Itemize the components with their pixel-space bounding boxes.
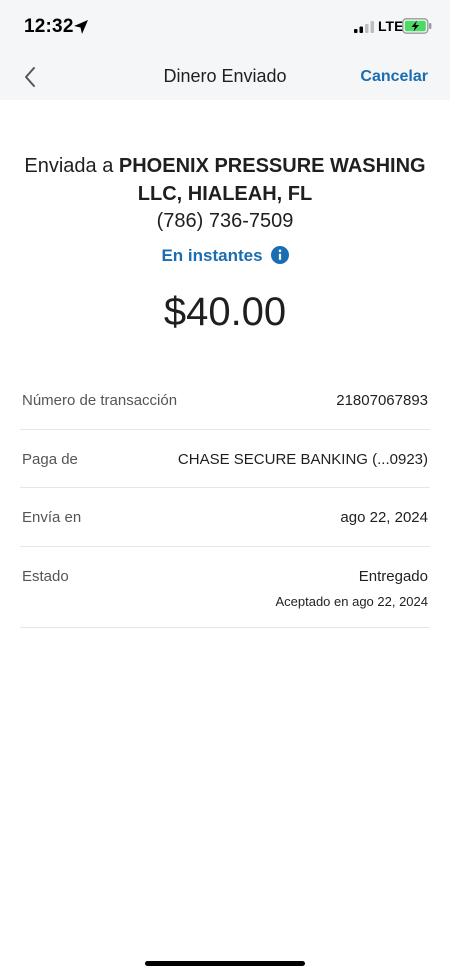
- cancel-button[interactable]: Cancelar: [360, 68, 428, 86]
- info-icon[interactable]: [270, 246, 289, 264]
- detail-row-status: Estado Entregado Aceptado en ago 22, 202…: [20, 547, 430, 628]
- home-indicator[interactable]: [145, 961, 305, 966]
- status-value: Entregado: [358, 568, 428, 585]
- status-bar: 12:32 LTE: [0, 0, 450, 52]
- recipient-line: Enviada a PHOENIX PRESSURE WASHING LLC, …: [20, 152, 430, 208]
- detail-label: Envía en: [22, 509, 82, 526]
- location-arrow-icon: [74, 20, 88, 34]
- transaction-details: Número de transacción 21807067893 Paga d…: [20, 370, 430, 628]
- recipient-phone: (786) 736-7509: [156, 210, 294, 232]
- status-time: 12:32: [24, 16, 74, 37]
- detail-row-transaction-number: Número de transacción 21807067893: [20, 370, 430, 430]
- recipient-name: PHOENIX PRESSURE WASHING LLC, HIALEAH, F…: [118, 155, 426, 205]
- detail-row-paid-from: Paga de CHASE SECURE BANKING (...0923): [20, 430, 430, 488]
- network-type: LTE: [378, 18, 404, 34]
- delivery-speed: En instantes: [0, 246, 450, 266]
- detail-label: Número de transacción: [22, 392, 178, 409]
- battery-charging-icon: [402, 18, 432, 34]
- detail-row-send-date: Envía en ago 22, 2024: [20, 488, 430, 547]
- detail-value: CHASE SECURE BANKING (...0923): [177, 451, 428, 468]
- detail-label: Paga de: [22, 451, 78, 468]
- detail-value: 21807067893: [336, 392, 428, 409]
- sent-to-prefix: Enviada a: [24, 155, 119, 177]
- status-subtext: Aceptado en ago 22, 2024: [275, 594, 428, 609]
- detail-label: Estado: [22, 568, 69, 585]
- signal-icon: [354, 21, 374, 33]
- nav-bar: Dinero Enviado Cancelar: [0, 52, 450, 100]
- detail-value: ago 22, 2024: [340, 509, 428, 526]
- amount: $40.00: [163, 290, 287, 334]
- delivery-speed-label: En instantes: [161, 246, 263, 265]
